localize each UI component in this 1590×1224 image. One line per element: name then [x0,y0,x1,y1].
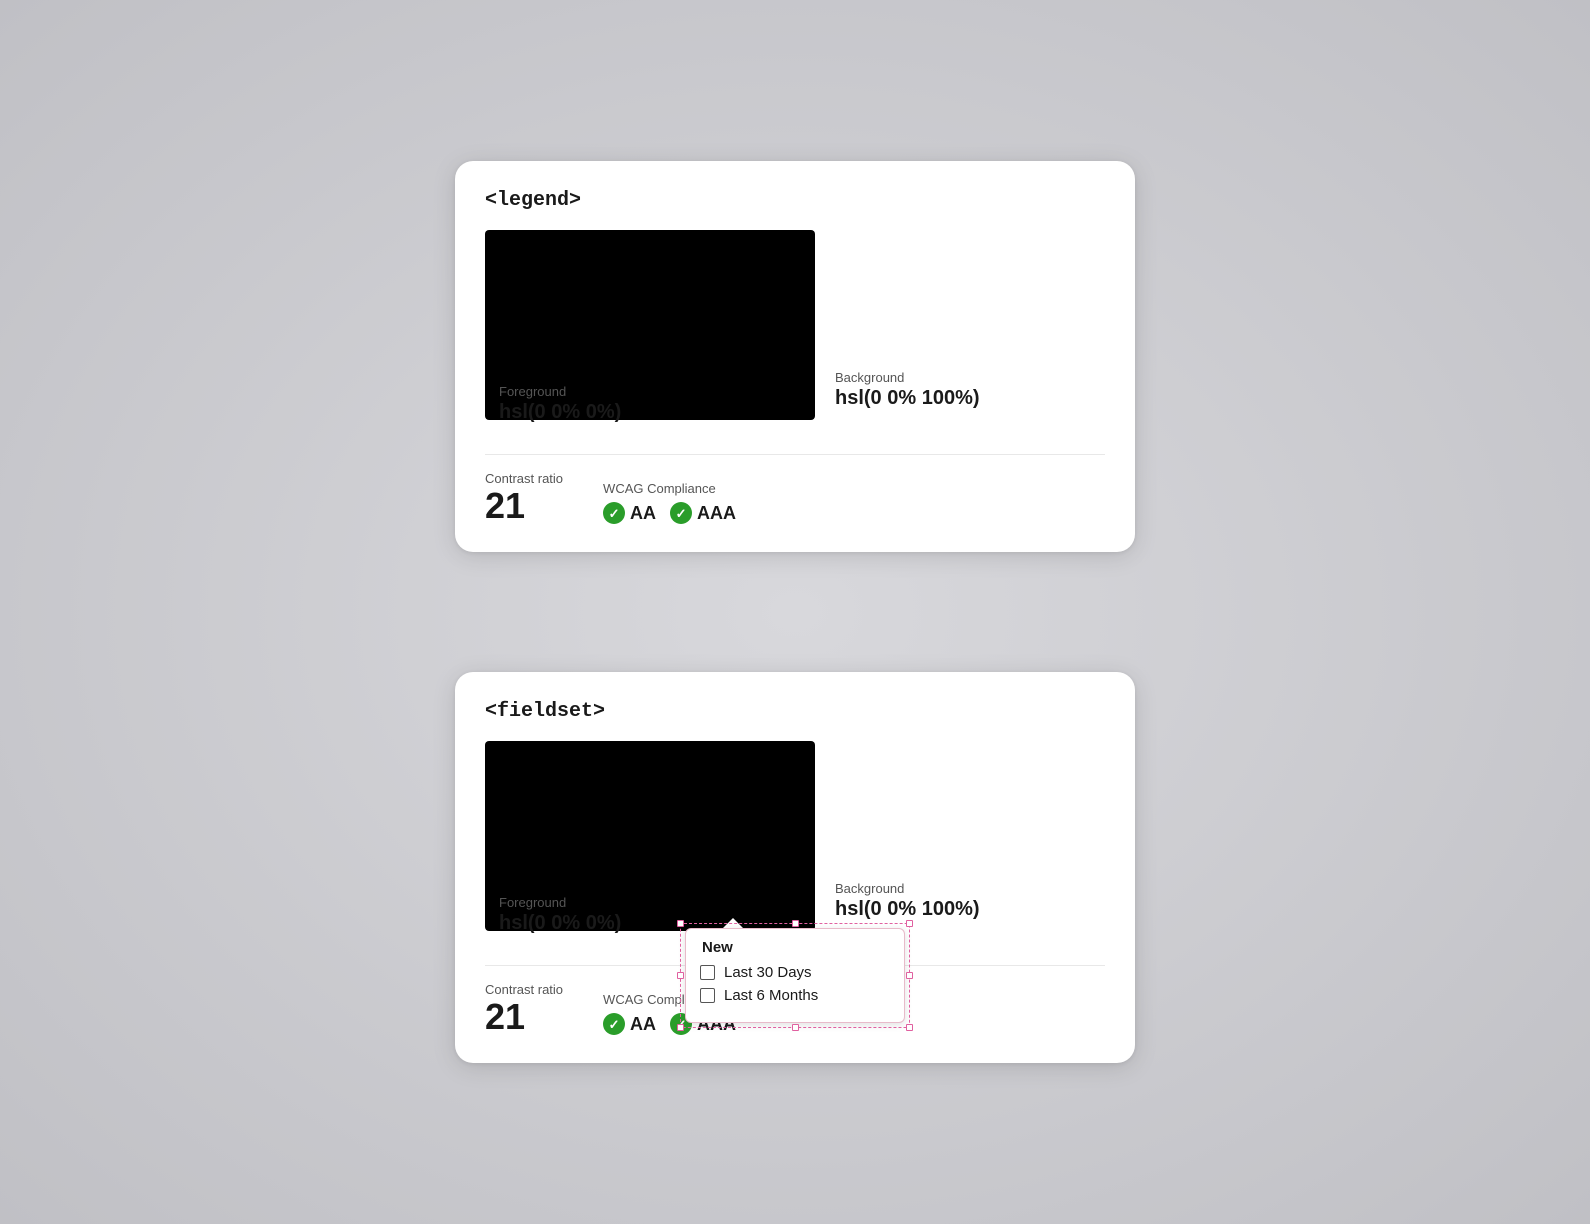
handle-top-mid [792,920,799,927]
legend-contrast-value: 21 [485,488,563,524]
legend-metrics-row: Contrast ratio 21 WCAG Compliance AA AAA [485,471,1105,524]
legend-card-title: <legend> [485,189,1105,212]
legend-contrast-group: Contrast ratio 21 [485,471,563,524]
popup-overlay: New Last 30 Days Last 6 Months [685,928,905,1023]
handle-bottom-right [906,1024,913,1031]
handle-top-right [906,920,913,927]
popup-item-1[interactable]: Last 30 Days [700,964,886,981]
popup-title: New [700,939,886,956]
popup-wrapper: New Last 30 Days Last 6 Months [685,928,905,1023]
popup-tail [723,918,743,928]
card-gap: New Last 30 Days Last 6 Months [455,552,1135,672]
legend-wcag-group: WCAG Compliance AA AAA [603,481,736,524]
fieldset-aa-label: AA [630,1014,656,1035]
popup-item-2[interactable]: Last 6 Months [700,987,886,1004]
legend-bg-value: hsl(0 0% 100%) [835,387,980,410]
handle-bottom-mid [792,1024,799,1031]
handle-mid-left [677,972,684,979]
popup-item-label-2: Last 6 Months [724,987,818,1004]
legend-aaa-label: AAA [697,503,736,524]
legend-wcag-label: WCAG Compliance [603,481,736,496]
legend-card: <legend> Foreground hsl(0 0% 0%) Backgro… [455,161,1135,552]
legend-wcag-badges: AA AAA [603,502,736,524]
fieldset-fg-label: Foreground [499,895,621,910]
popup-item-label-1: Last 30 Days [724,964,812,981]
fieldset-contrast-value: 21 [485,999,563,1035]
legend-aa-check-icon [603,502,625,524]
legend-aaa-check-icon [670,502,692,524]
fieldset-bg-value: hsl(0 0% 100%) [835,898,980,921]
handle-mid-right [906,972,913,979]
popup-box: New Last 30 Days Last 6 Months [685,928,905,1023]
legend-fg-value: hsl(0 0% 0%) [499,401,621,424]
legend-preview-wrapper: Foreground hsl(0 0% 0%) Background hsl(0… [485,230,1105,436]
fieldset-contrast-label: Contrast ratio [485,982,563,997]
fieldset-aa-check-icon [603,1013,625,1035]
legend-aa-label: AA [630,503,656,524]
fieldset-card-title: <fieldset> [485,700,1105,723]
legend-bg-label: Background [835,370,980,385]
legend-fg-label: Foreground [499,384,621,399]
handle-bottom-left [677,1024,684,1031]
legend-divider [485,454,1105,455]
handle-top-left [677,920,684,927]
fieldset-bg-label: Background [835,881,980,896]
popup-checkbox-1[interactable] [700,965,715,980]
popup-checkbox-2[interactable] [700,988,715,1003]
fieldset-preview-wrapper: Foreground hsl(0 0% 0%) Background hsl(0… [485,741,1105,947]
fieldset-wcag-aa-badge: AA [603,1013,656,1035]
legend-wcag-aaa-badge: AAA [670,502,736,524]
legend-contrast-label: Contrast ratio [485,471,563,486]
legend-wcag-aa-badge: AA [603,502,656,524]
fieldset-fg-value: hsl(0 0% 0%) [499,912,621,935]
fieldset-contrast-group: Contrast ratio 21 [485,982,563,1035]
